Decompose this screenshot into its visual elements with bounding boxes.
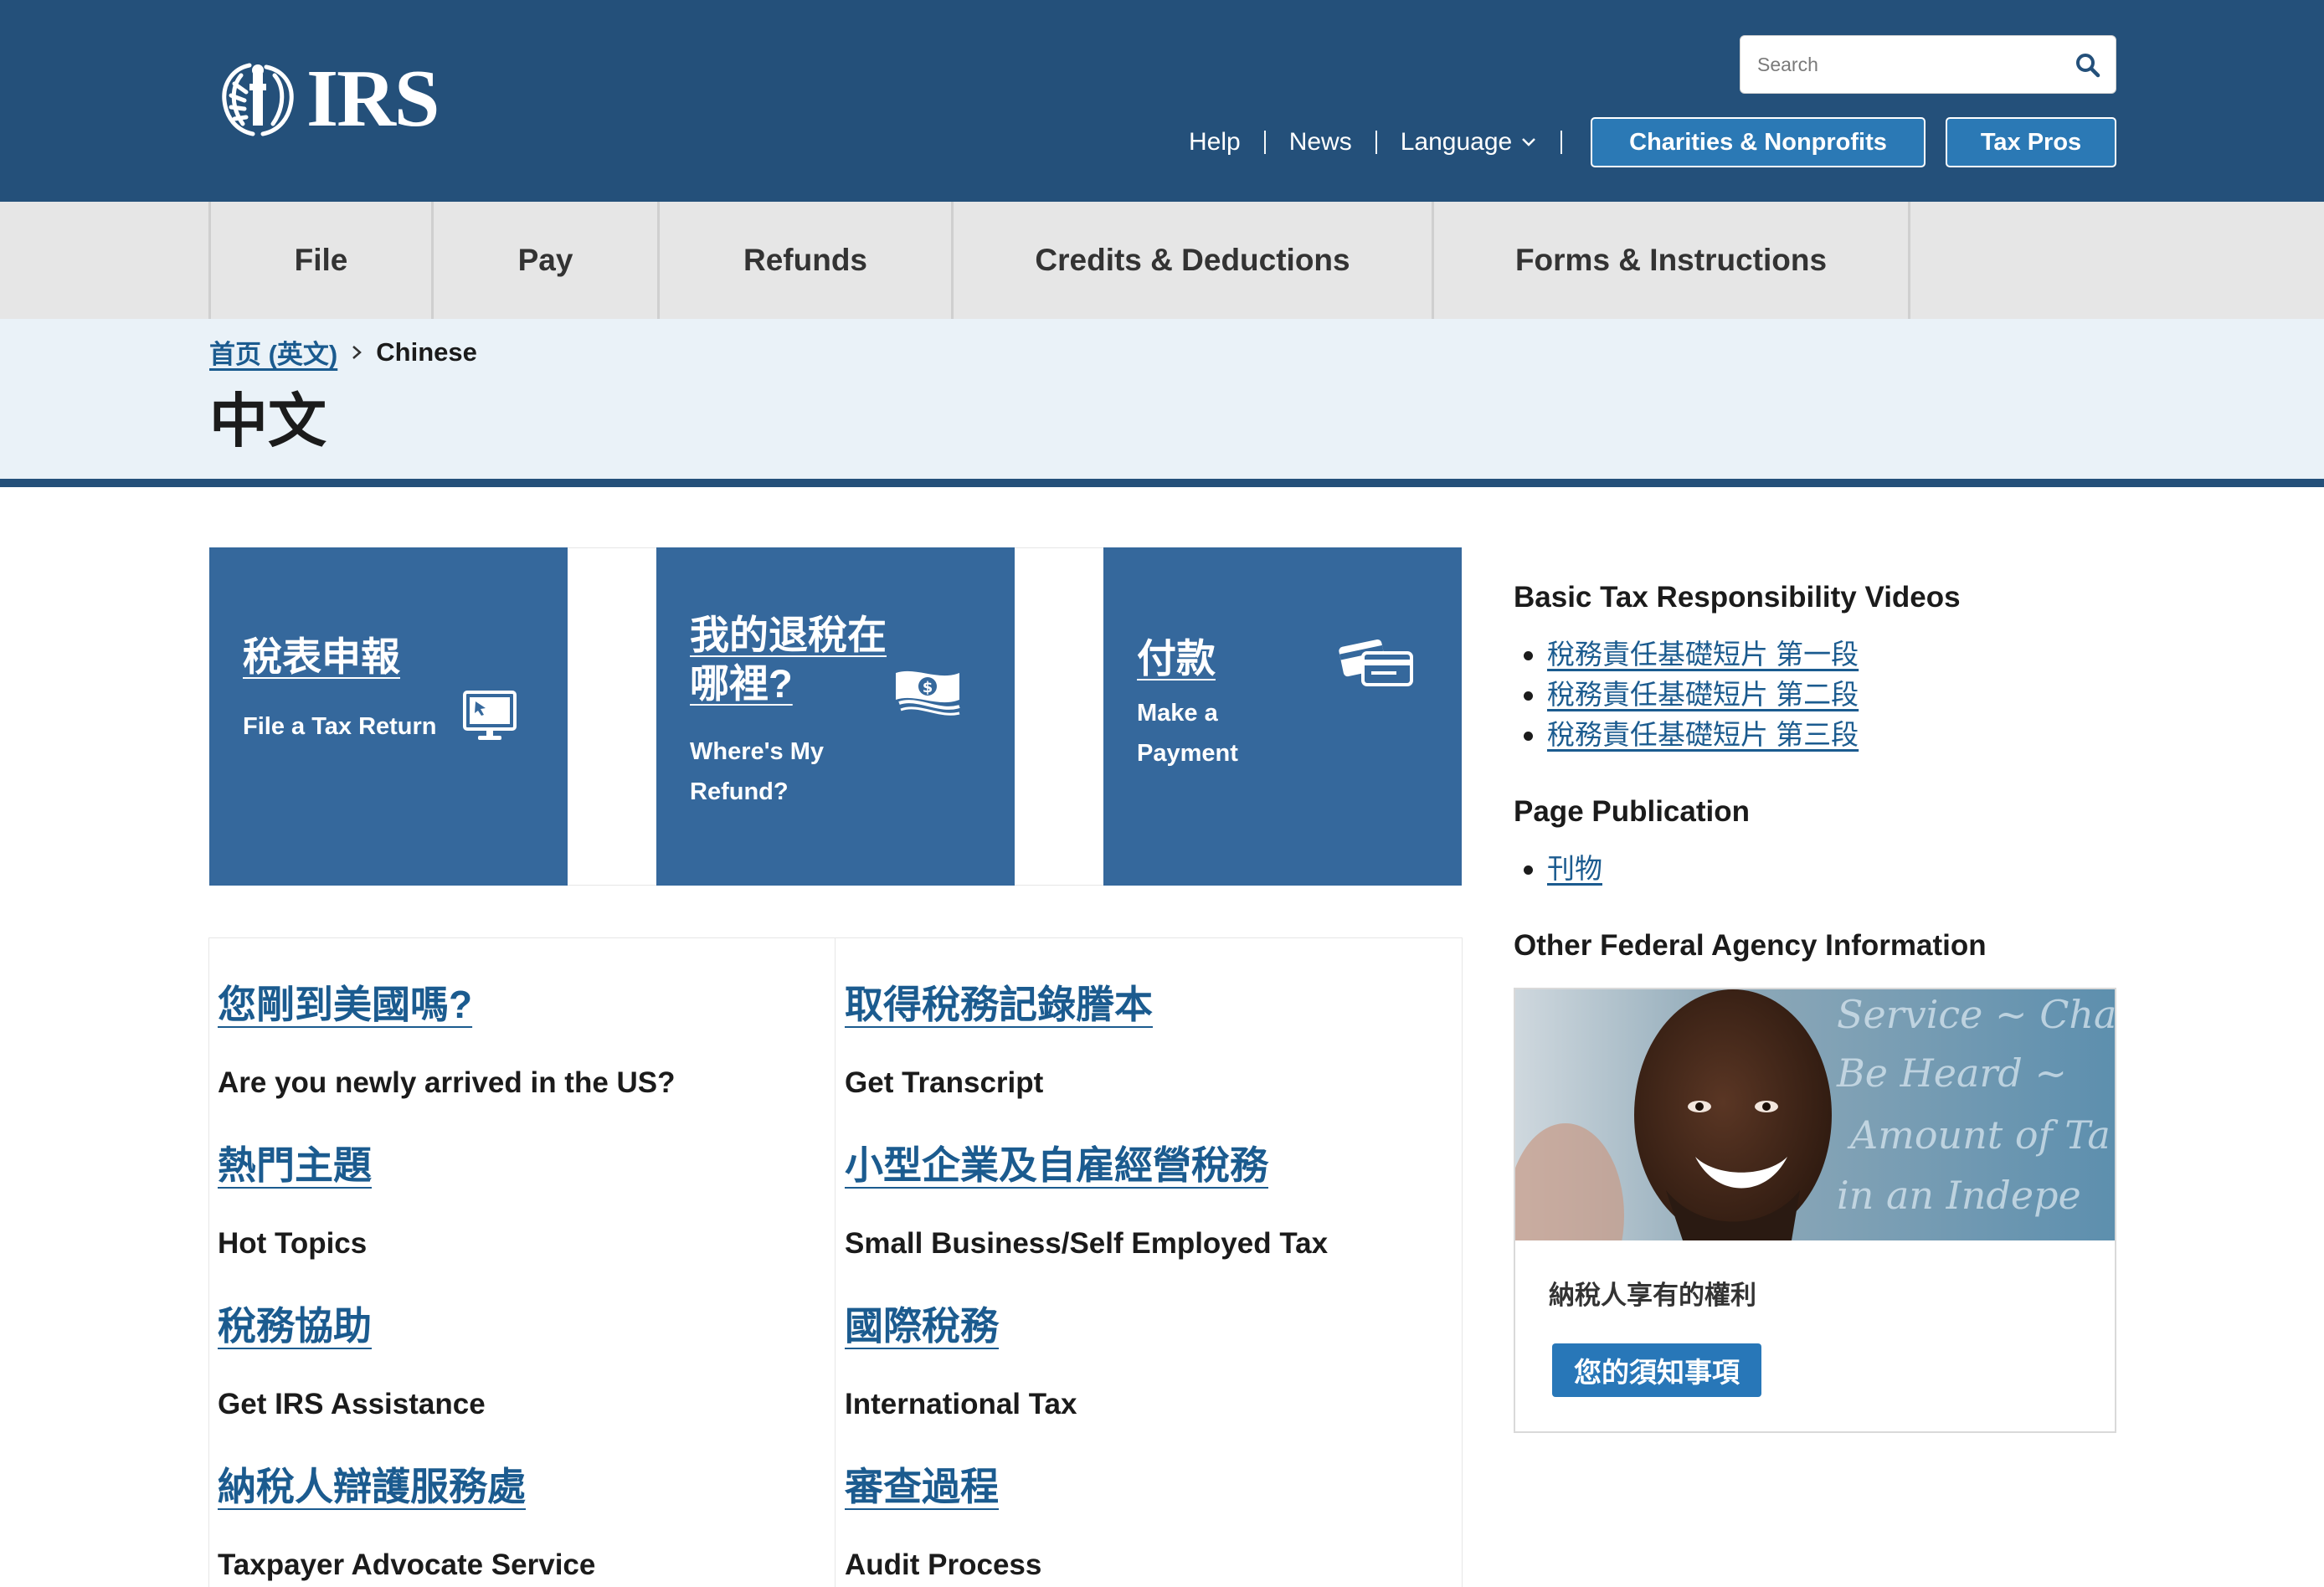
language-dropdown[interactable]: Language: [1401, 128, 1537, 157]
publication-list: 刊物: [1514, 849, 1602, 889]
tile-gap: [1015, 547, 1103, 886]
label-taxpayer-advocate-en: Taxpayer Advocate Service: [218, 1548, 596, 1581]
link-small-business-zh[interactable]: 小型企業及自雇經營稅務: [845, 1135, 1268, 1190]
charities-nonprofits-button[interactable]: Charities & Nonprofits: [1591, 117, 1926, 167]
agency-heading: Other Federal Agency Information: [1514, 929, 1987, 962]
video-link-1[interactable]: 稅務責任基礎短片 第一段: [1547, 639, 1859, 670]
title-band-bar: [0, 479, 2324, 487]
taxpayer-rights-card: Service ~ Cha Be Heard ~ Amount of Ta in…: [1514, 988, 2116, 1433]
list-item: 稅務責任基礎短片 第一段: [1514, 634, 1859, 675]
bullet: [1524, 732, 1533, 741]
computer-icon: [463, 691, 517, 740]
nav-tab-forms-instructions[interactable]: Forms & Instructions: [1432, 202, 1908, 319]
site-header: IRS Help News Language Charities & Nonpr…: [0, 0, 2324, 202]
tile-en-label-line2: Payment: [1137, 740, 1238, 767]
logo-text: IRS: [306, 54, 440, 144]
grid-divider: [835, 937, 836, 1587]
tile-en-label-line1: Where's My: [690, 738, 824, 765]
tile-wheres-my-refund[interactable]: 我的退稅在 哪裡? Where's My Refund? $: [656, 547, 1015, 886]
label-international-tax-en: International Tax: [845, 1388, 1077, 1420]
chevron-right-icon: [352, 345, 362, 359]
eagle-icon: [222, 63, 294, 136]
link-audit-process-zh[interactable]: 審查過程: [845, 1456, 999, 1512]
nav-divider: [1908, 202, 1910, 319]
page-title: 中文: [209, 388, 326, 454]
publication-link[interactable]: 刊物: [1547, 853, 1602, 884]
money-icon: $: [896, 670, 960, 716]
breadcrumb: 首页 (英文) Chinese: [209, 333, 477, 371]
tax-pros-button[interactable]: Tax Pros: [1946, 117, 2116, 167]
tile-en-label: File a Tax Return: [243, 713, 437, 740]
card-text: 納稅人享有的權利: [1549, 1281, 1756, 1310]
search-input[interactable]: [1756, 36, 2057, 93]
list-item: 稅務責任基礎短片 第二段: [1514, 675, 1859, 715]
link-hot-topics-zh[interactable]: 熱門主題: [218, 1135, 372, 1190]
label-small-business-en: Small Business/Self Employed Tax: [845, 1227, 1329, 1260]
link-newly-arrived-zh[interactable]: 您剛到美國嗎?: [218, 974, 472, 1030]
credit-card-icon: [1339, 639, 1413, 686]
bullet: [1524, 691, 1533, 701]
link-international-tax-zh[interactable]: 國際稅務: [845, 1296, 999, 1351]
link-get-transcript-zh[interactable]: 取得稅務記錄謄本: [845, 974, 1153, 1030]
tile-en-label-line2: Refund?: [690, 778, 789, 805]
label-irs-assistance-en: Get IRS Assistance: [218, 1388, 486, 1420]
label-hot-topics-en: Hot Topics: [218, 1227, 368, 1260]
what-you-need-to-know-button[interactable]: 您的須知事項: [1552, 1343, 1761, 1397]
separator: [1263, 131, 1266, 154]
link-irs-assistance-zh[interactable]: 稅務協助: [218, 1296, 372, 1351]
photo-script-line: in an Indepe: [1837, 1173, 2081, 1218]
list-item: 稅務責任基礎短片 第三段: [1514, 715, 1859, 755]
list-item: 刊物: [1514, 849, 1602, 889]
bullet: [1524, 651, 1533, 660]
separator: [1375, 131, 1377, 154]
search-box: [1740, 35, 2116, 94]
bullet: [1524, 865, 1533, 875]
breadcrumb-home-link[interactable]: 首页 (英文): [209, 333, 337, 371]
nav-tab-pay[interactable]: Pay: [431, 202, 657, 319]
tile-zh-label-line1: 我的退稅在: [690, 613, 887, 657]
tile-file-tax-return[interactable]: 稅表申報 File a Tax Return: [209, 547, 568, 886]
tile-make-payment[interactable]: 付款 Make a Payment: [1103, 547, 1462, 886]
label-newly-arrived-en: Are you newly arrived in the US?: [218, 1066, 676, 1099]
utility-nav: Help News Language: [1189, 117, 1586, 167]
tile-zh-label-line2: 哪裡?: [690, 661, 793, 706]
tile-en-label-line1: Make a: [1137, 700, 1218, 727]
irs-logo[interactable]: IRS: [216, 54, 440, 144]
video-link-2[interactable]: 稅務責任基礎短片 第二段: [1547, 679, 1859, 710]
search-icon[interactable]: [2072, 49, 2104, 81]
svg-text:$: $: [923, 679, 933, 696]
link-taxpayer-advocate-zh[interactable]: 納稅人辯護服務處: [218, 1456, 526, 1512]
publication-heading: Page Publication: [1514, 795, 1750, 828]
news-link[interactable]: News: [1289, 128, 1352, 157]
label-get-transcript-en: Get Transcript: [845, 1066, 1044, 1099]
separator: [1560, 131, 1563, 154]
tile-gap: [568, 547, 656, 886]
language-label: Language: [1400, 128, 1513, 156]
nav-tab-refunds[interactable]: Refunds: [657, 202, 951, 319]
tile-zh-label: 付款: [1137, 636, 1216, 681]
photo-script-line: Be Heard ~: [1836, 1050, 2067, 1096]
photo-script-line: Service ~ Cha: [1837, 992, 2115, 1037]
nav-tab-credits-deductions[interactable]: Credits & Deductions: [951, 202, 1432, 319]
help-link[interactable]: Help: [1189, 128, 1241, 157]
nav-tab-file[interactable]: File: [208, 202, 431, 319]
taxpayer-rights-photo: Service ~ Cha Be Heard ~ Amount of Ta in…: [1515, 989, 2115, 1240]
main-nav: File Pay Refunds Credits & Deductions Fo…: [0, 202, 2324, 319]
chevron-down-icon: [1522, 138, 1536, 146]
video-link-3[interactable]: 稅務責任基礎短片 第三段: [1547, 719, 1859, 750]
videos-list: 稅務責任基礎短片 第一段 稅務責任基礎短片 第二段 稅務責任基礎短片 第三段: [1514, 634, 1859, 755]
photo-script-line: Amount of Ta: [1847, 1112, 2111, 1158]
breadcrumb-current: Chinese: [376, 336, 477, 367]
videos-heading: Basic Tax Responsibility Videos: [1514, 581, 1961, 614]
tile-zh-label: 稅表申報: [243, 634, 400, 679]
label-audit-process-en: Audit Process: [845, 1548, 1042, 1581]
